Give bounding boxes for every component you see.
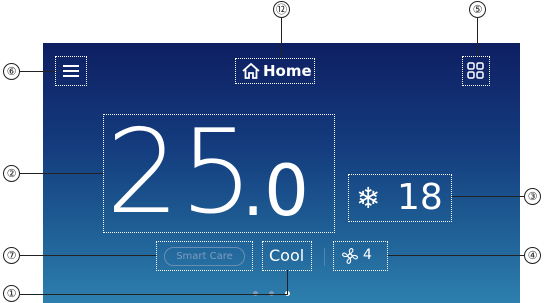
temperature-integer: 25	[106, 114, 254, 233]
callout-line	[477, 17, 478, 56]
callout-line	[287, 270, 288, 294]
callout-4: ④	[524, 247, 541, 264]
callout-line	[20, 71, 55, 72]
fan-speed-value: 4	[363, 247, 372, 263]
callout-1: ①	[3, 285, 20, 302]
menu-button[interactable]	[55, 56, 87, 86]
home-icon	[242, 62, 260, 79]
mode-label: Cool	[269, 246, 305, 265]
callout-line	[388, 255, 524, 256]
callout-line	[20, 255, 156, 256]
fan-speed-button[interactable]: 4	[333, 241, 388, 271]
callout-line	[20, 294, 288, 295]
callout-line	[20, 173, 103, 174]
divider	[324, 248, 325, 266]
callout-12: ⑫	[273, 1, 290, 18]
grid-icon	[467, 62, 484, 79]
callout-6: ⑥	[3, 63, 20, 80]
mode-button[interactable]: Cool	[262, 241, 312, 271]
home-title-button[interactable]: Home	[235, 58, 315, 84]
current-temperature: 25 .0	[103, 114, 335, 233]
callout-line	[452, 196, 524, 197]
target-temperature-button[interactable]: ❄ 18	[348, 174, 452, 222]
temperature-decimal: .0	[242, 150, 309, 232]
callout-5: ⑤	[469, 1, 486, 18]
fan-icon	[342, 248, 358, 264]
app-screen: Home 25 .0 ❄ 18 Smart Care Cool 4	[43, 43, 520, 303]
snowflake-icon: ❄	[356, 181, 381, 215]
callout-3: ③	[524, 188, 541, 205]
smart-care-area[interactable]: Smart Care	[156, 241, 253, 271]
callout-2: ②	[3, 165, 20, 182]
callout-line	[281, 17, 282, 58]
grid-button[interactable]	[462, 56, 490, 86]
smart-care-button[interactable]: Smart Care	[164, 247, 245, 266]
menu-icon	[63, 65, 79, 77]
page-title: Home	[263, 62, 312, 80]
target-temperature-value: 18	[397, 177, 443, 218]
callout-7: ⑦	[3, 247, 20, 264]
